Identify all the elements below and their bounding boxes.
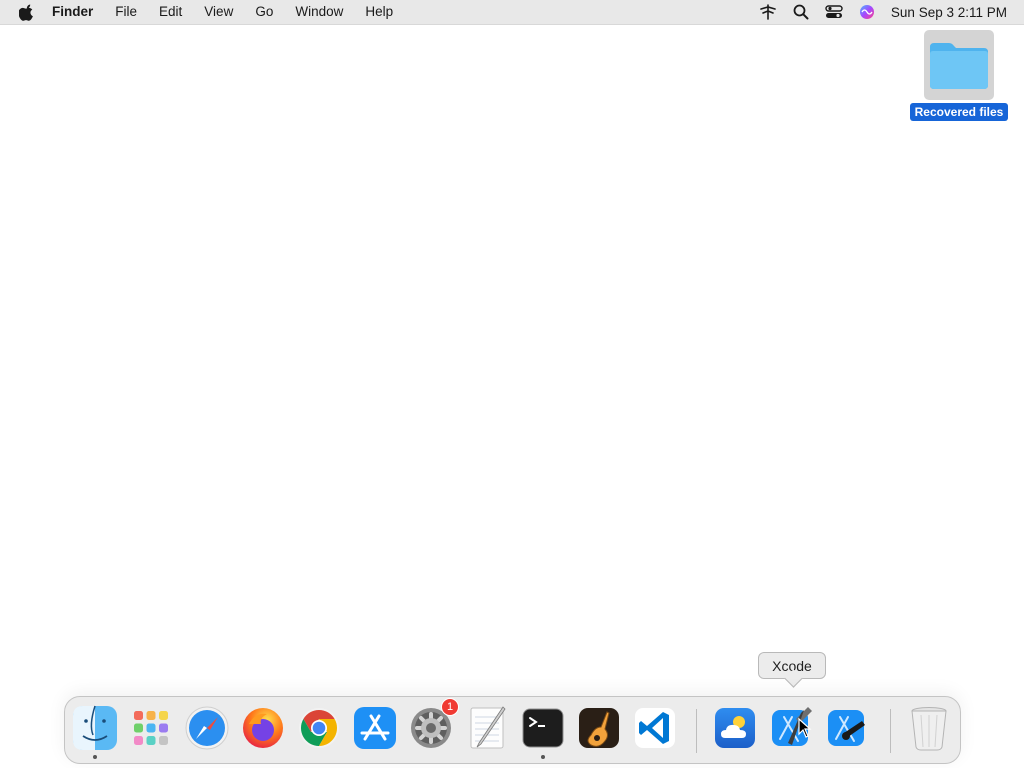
menu-window[interactable]: Window	[295, 0, 343, 24]
dock-item-garageband[interactable]	[575, 704, 623, 752]
menubar-clock[interactable]: Sun Sep 3 2:11 PM	[891, 5, 1007, 20]
running-indicator	[93, 755, 97, 759]
menu-bar: Finder File Edit View Go Window Help Sun…	[0, 0, 1024, 25]
dock-item-instruments[interactable]	[823, 704, 871, 752]
dock-item-app-store[interactable]	[351, 704, 399, 752]
instruments-icon	[828, 710, 865, 746]
menu-file[interactable]: File	[115, 0, 137, 24]
dock-item-vscode[interactable]	[631, 704, 679, 752]
desktop-folder-recovered-files[interactable]: Recovered files	[909, 30, 1009, 121]
folder-icon	[924, 30, 994, 100]
weather-icon	[715, 708, 755, 748]
dock-item-trash[interactable]	[905, 704, 953, 752]
notification-badge: 1	[441, 698, 459, 716]
finder-icon	[73, 705, 117, 750]
dock-tooltip: Xcode	[758, 652, 826, 679]
menu-edit[interactable]: Edit	[159, 0, 182, 24]
dock-item-weather[interactable]	[711, 704, 759, 752]
menu-finder[interactable]: Finder	[52, 0, 93, 24]
apple-icon[interactable]	[19, 4, 35, 21]
dock-item-finder[interactable]	[71, 704, 119, 759]
dock: 1	[64, 696, 961, 764]
mouse-cursor-icon	[798, 718, 812, 738]
dock-divider	[890, 709, 891, 753]
menu-view[interactable]: View	[204, 0, 233, 24]
search-icon[interactable]	[792, 3, 810, 21]
dock-item-safari[interactable]	[183, 704, 231, 752]
siri-icon[interactable]	[858, 3, 876, 21]
textedit-icon	[470, 706, 506, 749]
desktop-icon-label: Recovered files	[909, 103, 1009, 121]
terminal-icon	[522, 708, 564, 748]
dock-divider	[696, 709, 697, 753]
firefox-icon	[243, 708, 283, 748]
app-store-icon	[354, 707, 396, 749]
launchpad-icon	[134, 711, 168, 745]
running-indicator	[541, 755, 545, 759]
garageband-icon	[579, 708, 619, 748]
menubar-status-area: Sun Sep 3 2:11 PM	[759, 0, 1024, 24]
chrome-icon	[299, 708, 339, 748]
trash-icon	[911, 707, 947, 751]
dock-item-textedit[interactable]	[463, 704, 511, 752]
safari-icon	[185, 706, 229, 750]
dock-item-terminal[interactable]	[519, 704, 567, 759]
dock-item-launchpad[interactable]	[127, 704, 175, 752]
dock-item-firefox[interactable]	[239, 704, 287, 752]
vscode-icon	[635, 708, 675, 748]
dock-item-chrome[interactable]	[295, 704, 343, 752]
control-center-icon[interactable]	[825, 3, 843, 21]
dock-item-system-preferences[interactable]: 1	[407, 698, 459, 752]
menu-go[interactable]: Go	[255, 0, 273, 24]
menu-help[interactable]: Help	[365, 0, 393, 24]
vpn-icon[interactable]	[759, 3, 777, 21]
